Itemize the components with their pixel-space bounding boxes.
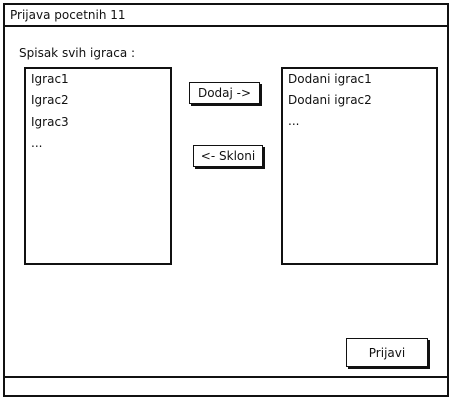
app-window: Prijava pocetnih 11 Spisak svih igraca :… bbox=[3, 3, 449, 397]
list-item[interactable]: Dodani igrac1 bbox=[288, 72, 372, 86]
status-bar bbox=[5, 376, 447, 395]
list-item[interactable]: Dodani igrac2 bbox=[288, 93, 372, 107]
window-title: Prijava pocetnih 11 bbox=[10, 8, 126, 22]
selected-players-list[interactable]: Dodani igrac1 Dodani igrac2 ... bbox=[281, 67, 438, 265]
all-players-list[interactable]: Igrac1 Igrac2 Igrac3 ... bbox=[24, 67, 172, 265]
list-item: ... bbox=[31, 136, 43, 150]
add-player-button[interactable]: Dodaj -> bbox=[189, 82, 260, 104]
title-bar: Prijava pocetnih 11 bbox=[5, 5, 447, 27]
list-item[interactable]: Igrac3 bbox=[31, 115, 69, 129]
list-item[interactable]: Igrac1 bbox=[31, 72, 69, 86]
list-item: ... bbox=[288, 114, 300, 128]
all-players-caption: Spisak svih igraca : bbox=[19, 46, 136, 60]
list-item[interactable]: Igrac2 bbox=[31, 93, 69, 107]
submit-button[interactable]: Prijavi bbox=[346, 338, 428, 367]
remove-player-button[interactable]: <- Skloni bbox=[193, 145, 263, 167]
